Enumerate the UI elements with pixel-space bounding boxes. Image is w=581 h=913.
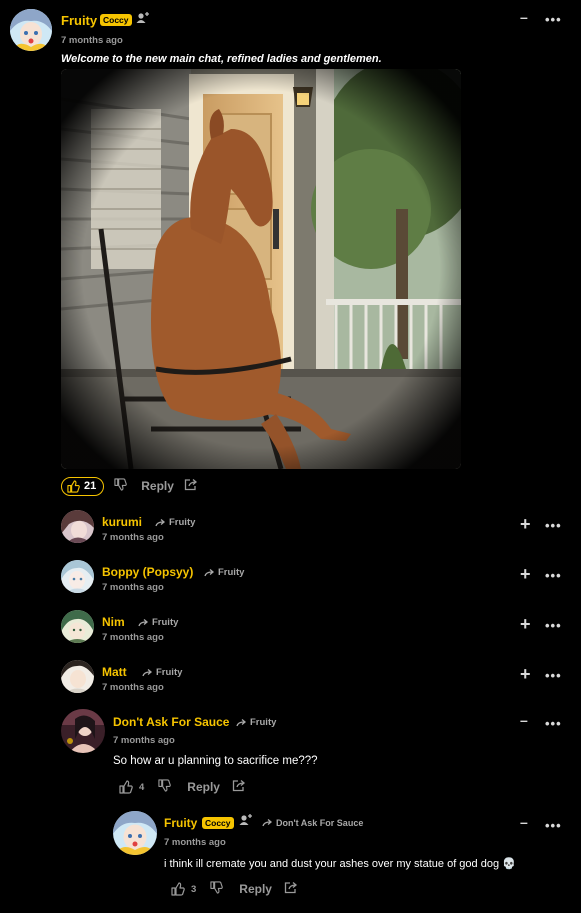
avatar[interactable] [61,560,94,593]
reply-arrow-icon [138,618,149,626]
share-icon [184,479,197,491]
reply-arrow-icon [155,518,166,526]
collapse-button[interactable]: – [520,9,528,25]
reply-author[interactable]: kurumi [102,515,142,529]
user-badge: Coccy [100,14,132,26]
more-options-button[interactable]: ••• [545,716,562,731]
reply-time: 7 months ago [102,632,164,643]
collapse-button[interactable]: – [520,712,528,728]
thumbs-up-icon [119,780,133,794]
more-options-button[interactable]: ••• [545,568,562,583]
share-button[interactable] [232,779,246,795]
avatar[interactable] [10,9,52,51]
share-icon [232,780,245,792]
like-button[interactable]: 4 [119,780,144,794]
reply-arrow-icon [262,819,273,827]
comment-text: Welcome to the new main chat, refined la… [61,53,382,65]
expand-button[interactable]: + [520,564,531,585]
reply-arrow-icon [236,718,247,726]
reply-time: 7 months ago [164,837,226,848]
like-count: 21 [84,480,97,492]
reply-to-label: Don't Ask For Sauce [262,818,363,828]
more-options-button[interactable]: ••• [545,618,562,633]
more-options-button[interactable]: ••• [545,668,562,683]
expand-button[interactable]: + [520,514,531,535]
reply-author[interactable]: Don't Ask For Sauce [113,715,229,729]
reply-arrow-icon [204,568,215,576]
reply-time: 7 months ago [102,682,164,693]
follow-icon[interactable] [239,813,253,832]
reply-author[interactable]: Boppy (Popsyy) [102,565,193,579]
more-options-button[interactable]: ••• [545,12,562,27]
avatar[interactable] [61,510,94,543]
reply-to-label: Fruity [138,617,178,628]
like-count: 3 [191,883,197,895]
thumbs-down-icon [114,478,128,491]
reply-to-label: Fruity [142,667,182,678]
attached-image[interactable] [61,69,461,469]
reply-text: So how ar u planning to sacrifice me??? [113,755,318,767]
avatar[interactable] [61,610,94,643]
reply-author[interactable]: Matt [102,665,127,679]
avatar[interactable] [61,709,105,753]
reply-button[interactable]: Reply [239,882,272,896]
avatar[interactable] [61,660,94,693]
reply-time: 7 months ago [102,582,164,593]
collapse-button[interactable]: – [520,814,528,830]
main-comment-actions: 21 Reply [61,476,198,496]
reply-author[interactable]: Nim [102,615,125,629]
more-options-button[interactable]: ••• [545,518,562,533]
reply-button[interactable]: Reply [187,780,220,794]
reply-button[interactable]: Reply [141,479,174,493]
more-options-button[interactable]: ••• [545,818,562,833]
reply-author[interactable]: Fruity [164,816,197,830]
follow-icon[interactable] [136,11,150,30]
share-button[interactable] [284,881,298,897]
dislike-button[interactable] [158,779,172,795]
reply-to-label: Fruity [204,567,244,578]
comment-author[interactable]: Fruity [61,13,97,28]
reply-time: 7 months ago [113,735,175,746]
thumbs-up-icon [67,479,80,493]
reply-actions: 4 Reply [119,778,246,796]
dislike-button[interactable] [210,881,224,897]
like-count: 4 [139,781,145,793]
thumbs-up-icon [171,882,185,896]
reply-actions: 3 Reply [171,880,298,898]
like-button[interactable]: 21 [61,476,105,496]
reply-to-label: Fruity [236,717,276,728]
user-badge: Coccy [202,817,234,829]
expand-button[interactable]: + [520,664,531,685]
share-button[interactable] [184,478,198,494]
avatar[interactable] [113,811,157,855]
reply-arrow-icon [142,668,153,676]
expand-button[interactable]: + [520,614,531,635]
reply-to-label: Fruity [155,517,195,528]
reply-text: i think ill cremate you and dust your as… [164,858,516,870]
thumbs-down-icon [210,881,224,894]
like-button[interactable]: 3 [171,882,196,896]
thumbs-down-icon [158,779,172,792]
dislike-button[interactable] [114,478,128,494]
share-icon [284,882,297,894]
comment-time: 7 months ago [61,35,123,46]
reply-time: 7 months ago [102,532,164,543]
